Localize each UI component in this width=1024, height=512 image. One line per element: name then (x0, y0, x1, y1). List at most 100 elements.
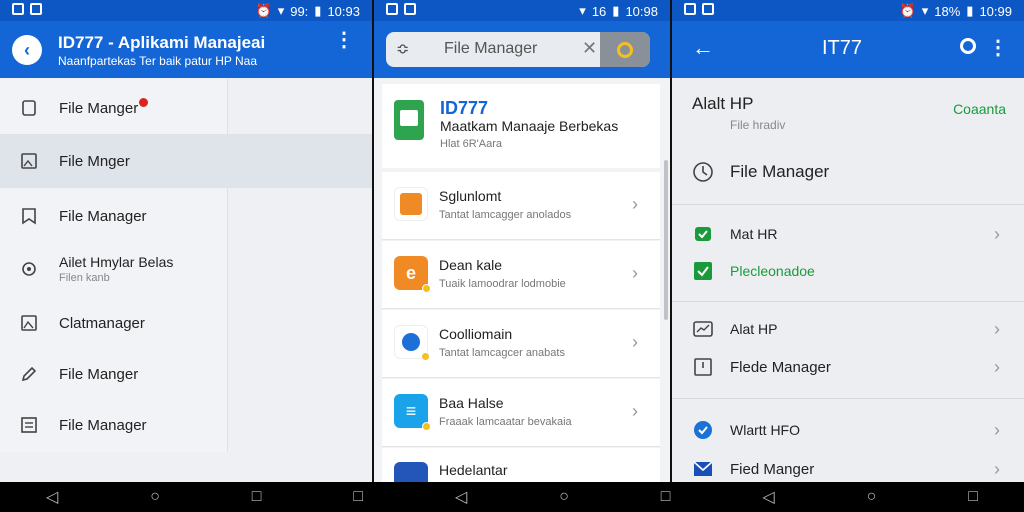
filter-icon[interactable]: ≎ (396, 39, 409, 59)
list-item[interactable]: Hedelantar (382, 448, 660, 482)
list-item[interactable]: Coolliomain Tantat lamcagcer anabats › (382, 310, 660, 378)
nav-recents-icon[interactable]: □ (353, 488, 363, 506)
wifi-icon: ▾ (921, 3, 929, 18)
status-bar: ▾ 16 ▮ 10:98 (374, 0, 670, 21)
app-icon: ≡ (394, 394, 431, 431)
divider (672, 301, 1024, 302)
close-icon[interactable]: ✕ (582, 38, 597, 59)
header-card[interactable]: ID777 Maatkam Manaaje Berbekas Hlat 6R'A… (382, 84, 660, 168)
search-button[interactable] (600, 32, 650, 67)
settings-row[interactable]: Wlartt HFO › (692, 417, 1024, 443)
list-item[interactable]: ≡ Baa Halse Fraaak lamcaatar bevakaia › (382, 379, 660, 447)
system-navbar: ◁ ○ □ □ ◁ ○ □ ◁ ○ □ (0, 482, 1024, 512)
chart-icon (692, 318, 714, 340)
battery-level: 16 (591, 3, 607, 19)
nav-back-icon[interactable]: ◁ (455, 487, 467, 507)
check-icon (692, 260, 714, 282)
chevron-right-icon: › (994, 223, 1000, 244)
chevron-right-icon: › (632, 332, 638, 352)
nav-home-icon[interactable]: ○ (867, 488, 877, 506)
status-bar: ⏰ ▾ 18% ▮ 10:99 (672, 0, 1024, 21)
menu-item[interactable]: File Mnger (18, 147, 130, 175)
file-manager-row[interactable]: File Manager (692, 158, 829, 186)
back-icon[interactable]: ← (692, 35, 714, 61)
wifi-icon: ▾ (277, 3, 285, 18)
nav-home-icon[interactable]: ○ (150, 488, 160, 506)
back-icon: ‹ (24, 39, 30, 60)
list-item[interactable]: Sglunlomt Tantat lamcagger anolados › (382, 172, 660, 240)
nav-back-icon[interactable]: ◁ (762, 487, 774, 507)
settings-row[interactable]: Mat HR › (692, 221, 1024, 247)
menu-item[interactable]: File Manger (18, 94, 149, 122)
pencil-icon (18, 363, 40, 385)
menu-item[interactable]: File Manager (18, 411, 147, 439)
battery-level: 99: (290, 3, 309, 19)
app-bar: ← IT77 ⋮ (672, 21, 1024, 78)
alarm-icon: ⏰ (255, 3, 272, 18)
app-icon: e (394, 256, 431, 293)
wifi-icon: ▾ (579, 3, 586, 18)
list-icon (18, 414, 40, 436)
bookmark-icon (18, 205, 40, 227)
alarm-icon: ⏰ (899, 3, 916, 18)
settings-row[interactable]: Flede Manager › (692, 354, 1024, 380)
app-subtitle: Naanfpartekas Ter baik patur HP Naa (58, 54, 258, 68)
battery-level: 18% (934, 3, 961, 19)
folder-green-icon (692, 223, 714, 245)
menu-item[interactable]: File Manger (18, 360, 138, 388)
nav-home-icon[interactable]: ○ (559, 488, 569, 506)
app-logo-icon (394, 100, 424, 140)
app-title: IT77 (822, 37, 863, 59)
nav-back-icon[interactable]: ◁ (46, 487, 58, 507)
chevron-right-icon: › (632, 263, 638, 283)
more-icon[interactable]: ⋮ (988, 35, 1008, 60)
settings-row[interactable]: Plecleonadoe (692, 258, 1024, 284)
chevron-right-icon: › (994, 419, 1000, 440)
nav-recents-icon[interactable]: □ (968, 488, 978, 506)
divider (672, 204, 1024, 205)
edit-box-icon (692, 356, 714, 378)
clock: 10:99 (979, 3, 1012, 19)
chevron-right-icon: › (994, 318, 1000, 339)
scrollbar[interactable] (664, 160, 668, 320)
clock-icon (692, 161, 714, 183)
section-subtitle: File hradiv (730, 118, 786, 132)
section-title: Alalt HP (692, 94, 754, 113)
image-icon (18, 150, 40, 172)
chevron-right-icon: › (994, 458, 1000, 479)
nav-recents-icon[interactable]: □ (252, 488, 262, 506)
back-button[interactable]: ‹ (12, 35, 42, 65)
menu-item[interactable]: Clatmanager (18, 309, 145, 337)
section-action[interactable]: Coaanta (953, 101, 1006, 117)
settings-row[interactable]: Fied Manger › (692, 456, 1024, 482)
chevron-right-icon: › (632, 401, 638, 421)
notification-badge (139, 97, 149, 107)
settings-icon (18, 258, 40, 280)
battery-icon: ▮ (612, 3, 620, 18)
more-icon[interactable]: ⋮ (334, 30, 354, 50)
search-icon[interactable] (960, 38, 976, 54)
settings-row[interactable]: Alat HP › (692, 316, 1024, 342)
app-icon (394, 187, 428, 221)
status-bar: ⏰ ▾ 99: ▮ 10:93 (0, 0, 372, 21)
clock: 10:98 (625, 3, 658, 19)
battery-icon: ▮ (314, 3, 322, 18)
search-bar[interactable]: ≎ File Manager ✕ (386, 32, 650, 67)
screen-left: ⏰ ▾ 99: ▮ 10:93 ‹ ID777 - Aplikami Manaj… (0, 0, 372, 482)
search-input[interactable]: File Manager (444, 40, 537, 58)
app-bar: ≎ File Manager ✕ (374, 21, 670, 78)
chevron-right-icon: › (994, 356, 1000, 377)
divider (672, 398, 1024, 399)
menu-item[interactable]: Ailet Hmylar Belas Filen kanb (18, 254, 173, 294)
chevron-right-icon: › (632, 194, 638, 214)
screen-middle: ▾ 16 ▮ 10:98 ≎ File Manager ✕ ID777 Maat… (372, 0, 672, 482)
battery-icon: ▮ (966, 3, 974, 18)
file-icon (18, 97, 40, 119)
app-title: ID777 - Aplikami Manajeai (58, 33, 266, 52)
menu-item[interactable]: File Manager (18, 202, 147, 230)
search-icon (617, 41, 633, 58)
app-icon (394, 462, 428, 482)
nav-recents-icon[interactable]: □ (661, 488, 671, 506)
gallery-icon (18, 312, 40, 334)
list-item[interactable]: e Dean kale Tuaik lamoodrar lodmobie › (382, 241, 660, 309)
